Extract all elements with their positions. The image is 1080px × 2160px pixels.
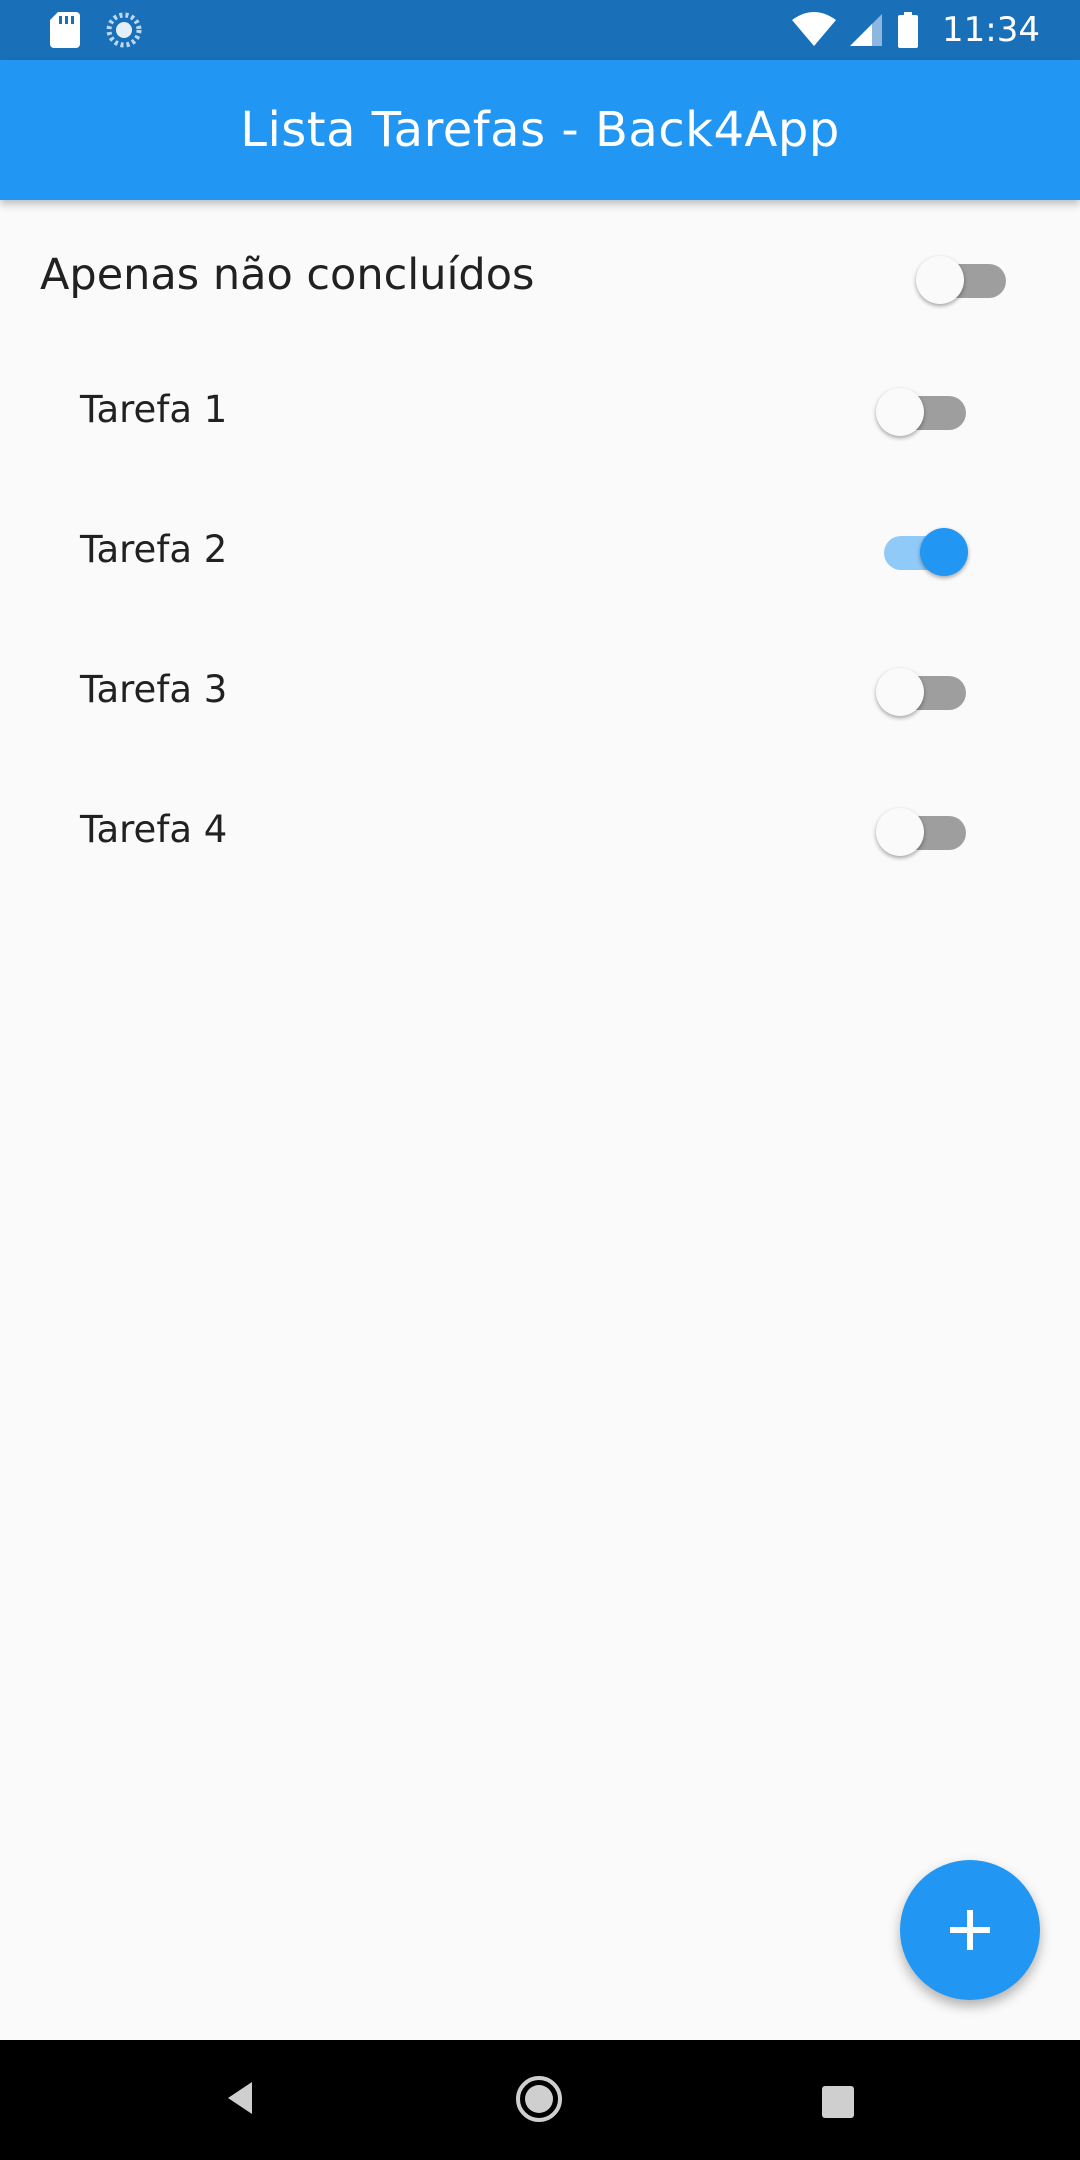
navigation-bar <box>0 2040 1080 2160</box>
battery-icon <box>898 12 919 48</box>
task-label: Tarefa 1 <box>80 388 228 431</box>
app-screen: 11:34 Lista Tarefas - Back4App Apenas nã… <box>0 0 1080 2160</box>
task-done-switch[interactable] <box>876 520 972 580</box>
task-label: Tarefa 2 <box>80 528 228 571</box>
task-done-switch[interactable] <box>876 380 972 440</box>
sync-spinner-icon <box>106 12 142 48</box>
task-list: Tarefa 1 Tarefa 2 Tarefa 3 Tarefa 4 <box>0 340 1080 900</box>
filter-row: Apenas não concluídos <box>0 220 1080 340</box>
app-title: Lista Tarefas - Back4App <box>240 102 840 158</box>
cellular-signal-icon <box>850 14 883 46</box>
switch-thumb <box>920 528 968 576</box>
switch-thumb <box>876 388 924 436</box>
task-done-switch[interactable] <box>876 800 972 860</box>
task-row[interactable]: Tarefa 2 <box>0 480 1080 620</box>
back-icon[interactable] <box>222 2076 256 2120</box>
plus-icon <box>950 1910 990 1950</box>
task-label: Tarefa 4 <box>80 808 228 851</box>
switch-thumb <box>876 668 924 716</box>
task-done-switch[interactable] <box>876 660 972 720</box>
status-icons: 11:34 <box>792 0 1040 60</box>
status-bar: 11:34 <box>0 0 1080 60</box>
task-row[interactable]: Tarefa 3 <box>0 620 1080 760</box>
add-task-button[interactable] <box>900 1860 1040 2000</box>
switch-thumb <box>876 808 924 856</box>
filter-switch[interactable] <box>916 248 1012 308</box>
task-label: Tarefa 3 <box>80 668 228 711</box>
wifi-icon <box>792 12 837 46</box>
status-time: 11:34 <box>942 10 1040 50</box>
task-row[interactable]: Tarefa 1 <box>0 340 1080 480</box>
recents-icon[interactable] <box>820 2084 856 2120</box>
task-row[interactable]: Tarefa 4 <box>0 760 1080 900</box>
sd-card-icon <box>50 12 80 48</box>
switch-thumb <box>916 256 964 304</box>
filter-label: Apenas não concluídos <box>40 250 535 300</box>
home-icon[interactable] <box>514 2074 564 2124</box>
app-bar: Lista Tarefas - Back4App <box>0 60 1080 200</box>
